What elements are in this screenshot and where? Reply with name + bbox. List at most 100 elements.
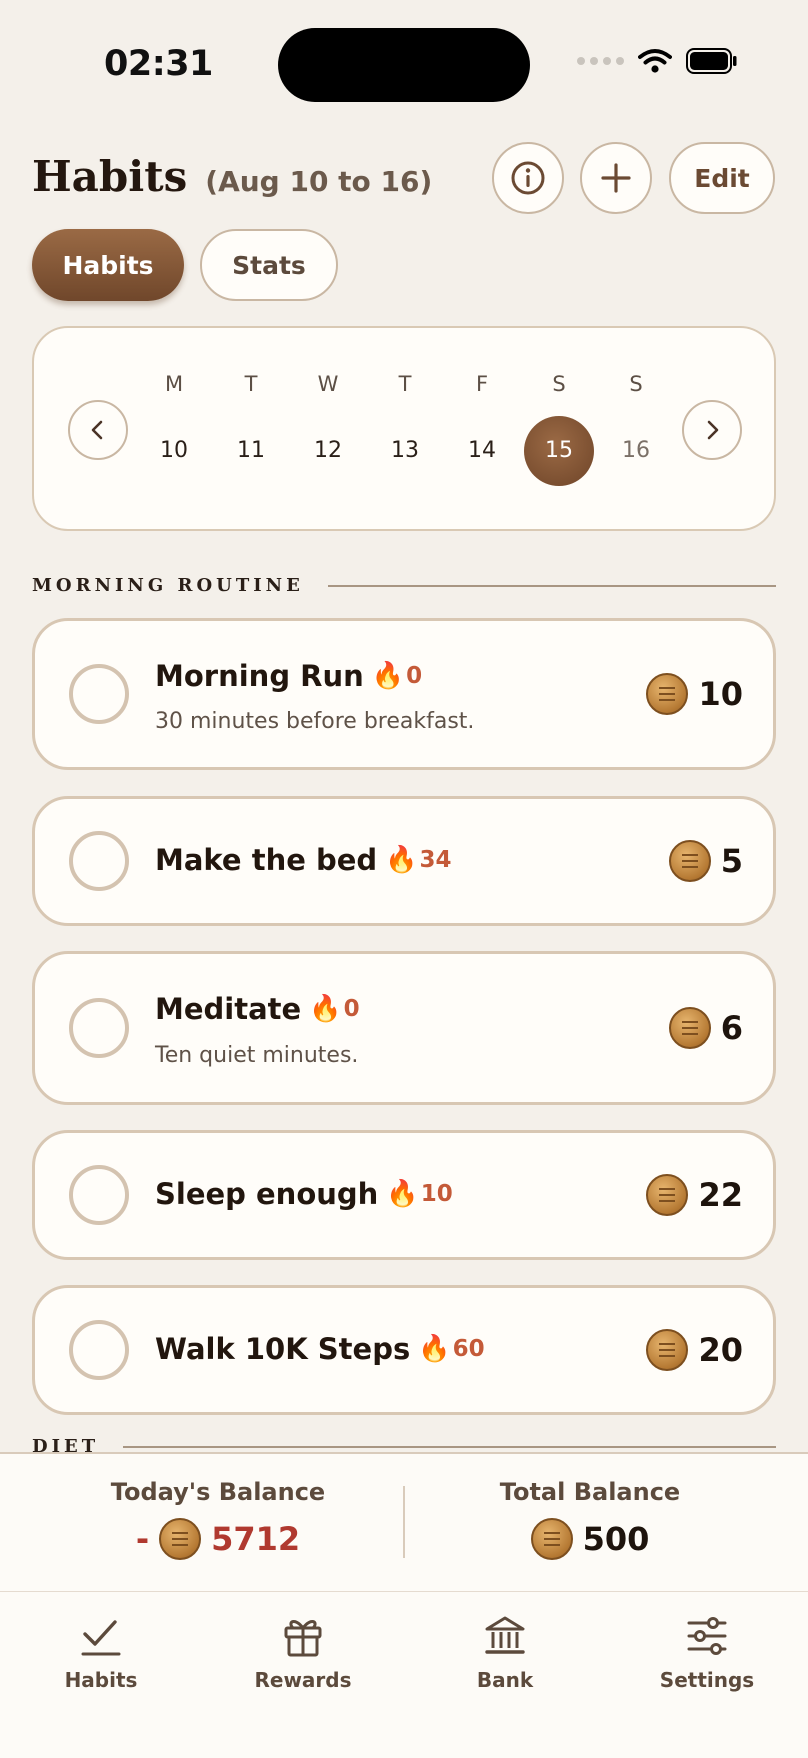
habit-streak: 0 xyxy=(406,663,423,689)
habit-checkbox[interactable] xyxy=(69,831,129,891)
page-title-group: Habits (Aug 10 to 16) xyxy=(32,152,432,201)
day-number: 11 xyxy=(237,438,265,463)
habit-title-row: Walk 10K Steps 🔥 60 xyxy=(155,1332,485,1366)
bank-icon xyxy=(485,1616,525,1654)
tab-bank[interactable]: Bank xyxy=(404,1610,606,1692)
flame-icon: 🔥 xyxy=(418,1334,451,1364)
habit-name: Make the bed xyxy=(155,843,378,877)
habit-card[interactable]: Morning Run 🔥 0 30 minutes before breakf… xyxy=(32,618,776,770)
habit-card[interactable]: Meditate 🔥 0 Ten quiet minutes. 6 xyxy=(32,951,776,1105)
flame-icon: 🔥 xyxy=(371,661,405,691)
calendar-day[interactable]: M 10 xyxy=(139,372,209,486)
habit-checkbox[interactable] xyxy=(69,1165,129,1225)
habit-coins: 20 xyxy=(698,1331,743,1369)
day-number: 15 xyxy=(524,416,594,486)
habit-description: 30 minutes before breakfast. xyxy=(155,709,475,734)
coin-icon xyxy=(646,1329,689,1371)
dynamic-island xyxy=(278,28,530,102)
habit-title-row: Sleep enough 🔥 10 xyxy=(155,1177,453,1211)
week-calendar: M 10 T 11 W 12 T 13 F 14 S 15 S 16 xyxy=(32,326,776,531)
day-of-week: F xyxy=(475,372,489,396)
day-of-week: T xyxy=(244,372,258,396)
coin-icon xyxy=(530,1518,573,1560)
calendar-day[interactable]: T 11 xyxy=(216,372,286,486)
coin-icon xyxy=(668,840,711,882)
info-button[interactable] xyxy=(492,142,564,214)
coin-icon xyxy=(668,1007,711,1049)
habit-name: Morning Run xyxy=(155,659,364,693)
calendar-day[interactable]: T 13 xyxy=(370,372,440,486)
habit-checkbox[interactable] xyxy=(69,1320,129,1380)
habit-streak: 10 xyxy=(420,1181,453,1207)
coin-icon xyxy=(646,1174,689,1216)
day-of-week: S xyxy=(629,372,643,396)
cellular-signal-icon xyxy=(577,57,624,65)
coin-icon xyxy=(159,1518,202,1560)
calendar-day[interactable]: F 14 xyxy=(447,372,517,486)
battery-icon xyxy=(686,48,737,74)
total-balance-label: Total Balance xyxy=(499,1478,681,1506)
status-icons xyxy=(577,48,738,74)
todays-balance-value: 5712 xyxy=(211,1520,301,1558)
section-divider xyxy=(327,584,776,587)
habit-description: Ten quiet minutes. xyxy=(155,1043,359,1068)
edit-button[interactable]: Edit xyxy=(669,142,775,214)
day-number: 14 xyxy=(468,438,496,463)
calendar-day[interactable]: W 12 xyxy=(293,372,363,486)
flame-icon: 🔥 xyxy=(386,1179,419,1209)
flame-icon: 🔥 xyxy=(309,994,342,1024)
habit-coins: 10 xyxy=(698,675,743,713)
tab-habits[interactable]: Habits xyxy=(0,1610,202,1692)
next-week-button[interactable] xyxy=(682,400,742,460)
day-of-week: M xyxy=(164,372,184,396)
tab-label: Settings xyxy=(659,1668,755,1692)
calendar-day[interactable]: S 16 xyxy=(601,372,671,486)
habit-checkbox[interactable] xyxy=(69,998,129,1058)
habit-streak: 34 xyxy=(419,847,452,873)
day-of-week: T xyxy=(398,372,412,396)
habit-checkbox[interactable] xyxy=(69,664,129,724)
habit-reward: 10 xyxy=(646,673,743,715)
balance-bar: Today's Balance - 5712 Total Balance 500 xyxy=(0,1452,808,1592)
previous-week-button[interactable] xyxy=(68,400,128,460)
habit-name: Meditate xyxy=(155,992,302,1026)
habit-coins: 5 xyxy=(720,842,743,880)
habit-reward: 6 xyxy=(668,1007,743,1049)
checkmark-icon xyxy=(81,1620,121,1656)
habit-card[interactable]: Make the bed 🔥 34 5 xyxy=(32,796,776,926)
segment-habits[interactable]: Habits xyxy=(32,229,184,301)
habit-name: Sleep enough xyxy=(155,1177,379,1211)
sliders-icon xyxy=(687,1617,727,1655)
habit-coins: 6 xyxy=(720,1009,743,1047)
habit-reward: 20 xyxy=(646,1329,743,1371)
total-balance: Total Balance 500 xyxy=(388,1478,792,1560)
habit-card[interactable]: Sleep enough 🔥 10 22 xyxy=(32,1130,776,1260)
tab-settings[interactable]: Settings xyxy=(606,1610,808,1692)
tab-rewards[interactable]: Rewards xyxy=(202,1610,404,1692)
day-of-week: W xyxy=(317,372,339,396)
habit-coins: 22 xyxy=(698,1176,743,1214)
chevron-right-icon xyxy=(707,420,719,440)
habit-title-row: Make the bed 🔥 34 xyxy=(155,843,452,877)
todays-balance: Today's Balance - 5712 xyxy=(16,1478,420,1560)
day-number: 16 xyxy=(622,438,650,463)
chevron-left-icon xyxy=(91,420,103,440)
section-divider xyxy=(123,1445,776,1448)
coin-icon xyxy=(646,673,689,715)
status-time: 02:31 xyxy=(104,44,213,84)
habit-reward: 22 xyxy=(646,1174,743,1216)
habit-reward: 5 xyxy=(668,840,743,882)
habit-card[interactable]: Walk 10K Steps 🔥 60 20 xyxy=(32,1285,776,1415)
day-number: 13 xyxy=(391,438,419,463)
tab-label: Rewards xyxy=(254,1668,352,1692)
calendar-day-selected[interactable]: S 15 xyxy=(524,372,594,486)
habit-streak: 0 xyxy=(343,996,360,1022)
wifi-icon xyxy=(638,49,672,73)
add-habit-button[interactable] xyxy=(580,142,652,214)
info-icon xyxy=(511,161,545,195)
day-of-week: S xyxy=(552,372,566,396)
day-number: 12 xyxy=(314,438,342,463)
page-title: Habits xyxy=(32,152,188,201)
segment-stats[interactable]: Stats xyxy=(200,229,338,301)
section-title: MORNING ROUTINE xyxy=(32,575,304,596)
